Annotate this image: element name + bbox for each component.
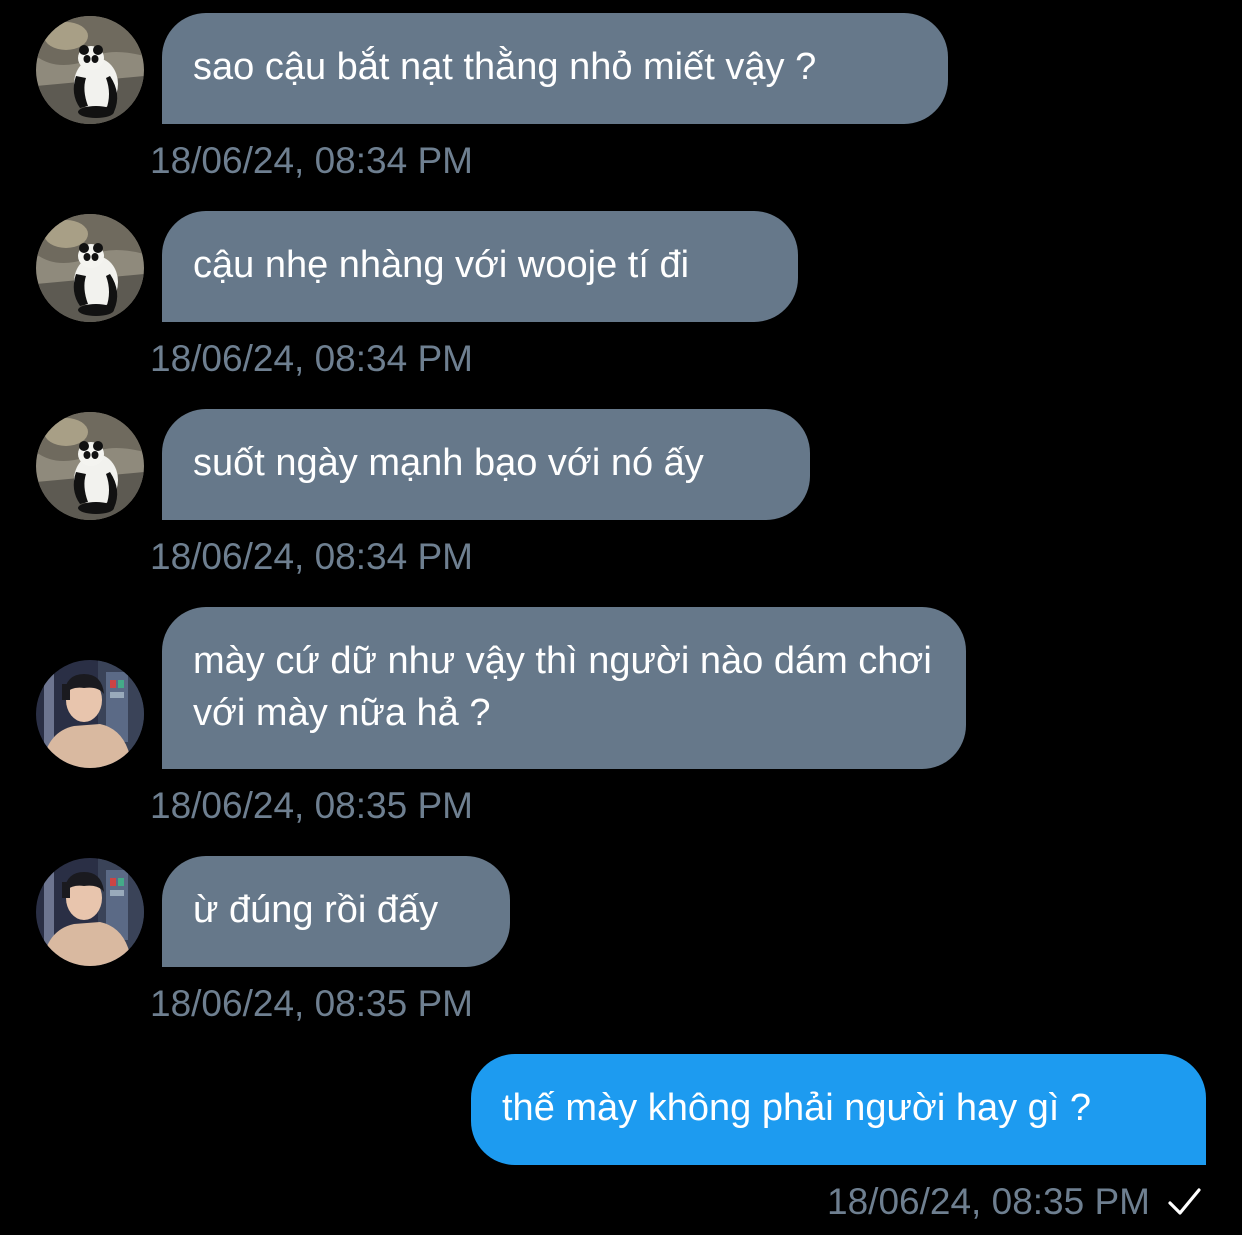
person-avatar-icon: [36, 660, 144, 768]
person-avatar-icon: [36, 858, 144, 966]
avatar-panda[interactable]: [36, 16, 144, 124]
message-timestamp: 18/06/24, 08:34 PM: [150, 536, 473, 577]
incoming-message-bubble[interactable]: ừ đúng rồi đấy: [162, 856, 510, 967]
avatar-person[interactable]: [36, 858, 144, 966]
avatar-person[interactable]: [36, 660, 144, 768]
message-timestamp: 18/06/24, 08:35 PM: [150, 983, 473, 1024]
message-timestamp: 18/06/24, 08:35 PM: [150, 785, 473, 826]
message-timestamp: 18/06/24, 08:34 PM: [150, 338, 473, 379]
message-timestamp: 18/06/24, 08:35 PM: [827, 1181, 1150, 1222]
incoming-message-bubble[interactable]: suốt ngày mạnh bạo với nó ấy: [162, 409, 810, 520]
incoming-message-bubble[interactable]: mày cứ dữ như vậy thì người nào dám chơi…: [162, 607, 966, 769]
avatar-panda[interactable]: [36, 412, 144, 520]
avatar-panda[interactable]: [36, 214, 144, 322]
panda-avatar-icon: [36, 16, 144, 124]
panda-avatar-icon: [36, 214, 144, 322]
incoming-message-bubble[interactable]: sao cậu bắt nạt thằng nhỏ miết vậy ?: [162, 13, 948, 124]
outgoing-message-bubble[interactable]: thế mày không phải người hay gì ?: [471, 1054, 1206, 1165]
checkmark-icon: [1168, 1188, 1201, 1215]
panda-avatar-icon: [36, 412, 144, 520]
message-timestamp: 18/06/24, 08:34 PM: [150, 140, 473, 181]
incoming-message-bubble[interactable]: cậu nhẹ nhàng với wooje tí đi: [162, 211, 798, 322]
